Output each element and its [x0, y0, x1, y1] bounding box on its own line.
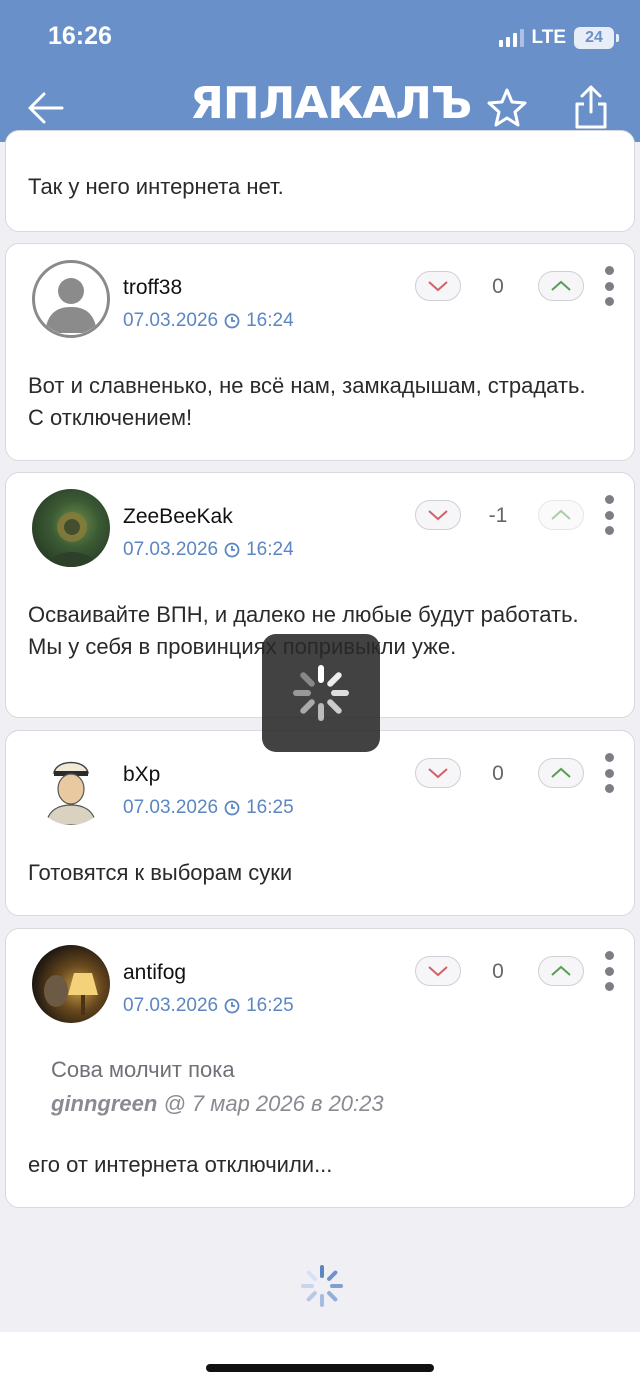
status-time: 16:26 — [48, 22, 112, 50]
signal-icon — [498, 29, 524, 47]
vote-down-button[interactable] — [415, 500, 461, 530]
date-text: 07.03.2026 — [123, 310, 219, 331]
avatar[interactable] — [32, 747, 110, 825]
chevron-up-icon — [551, 965, 571, 976]
rating-score: -1 — [488, 504, 508, 527]
vote-up-button[interactable] — [538, 500, 584, 530]
clock-icon — [224, 313, 240, 329]
vote-down-button[interactable] — [415, 758, 461, 788]
battery-level: 24 — [585, 29, 603, 46]
rating-score: 0 — [492, 960, 504, 983]
quote-text: Сова молчит пока — [51, 1057, 235, 1082]
star-icon[interactable] — [486, 86, 528, 128]
spinner-icon — [293, 665, 349, 721]
chevron-down-icon — [428, 966, 448, 977]
more-options-icon[interactable] — [602, 495, 616, 535]
clock-icon — [224, 800, 240, 816]
vote-up-button[interactable] — [538, 758, 584, 788]
username[interactable]: ZeeBeeKak — [123, 505, 233, 529]
network-label: LTE — [531, 27, 566, 48]
chevron-up-icon — [551, 767, 571, 778]
battery-icon: 24 — [574, 27, 619, 49]
avatar-image — [47, 512, 97, 567]
quote-meta: @ 7 мар 2026 в 20:23 — [157, 1091, 384, 1116]
bottom-safe-area — [0, 1332, 640, 1386]
more-options-icon[interactable] — [602, 266, 616, 306]
time-text: 16:25 — [246, 995, 294, 1016]
rating-score: 0 — [492, 762, 504, 785]
quote-author-name[interactable]: ginngreen — [51, 1091, 157, 1116]
comment-text: Так у него интернета нет. — [28, 174, 284, 199]
status-indicators: LTE 24 — [498, 26, 619, 50]
chevron-up-icon — [551, 280, 571, 291]
comment-card: Так у него интернета нет. — [5, 130, 635, 232]
chevron-down-icon — [428, 768, 448, 779]
time-text: 16:25 — [246, 797, 294, 818]
username[interactable]: troff38 — [123, 276, 182, 300]
comment-text: Готовятся к выборам суки — [28, 860, 293, 885]
chevron-down-icon — [428, 510, 448, 521]
avatar[interactable] — [32, 260, 110, 338]
arrow-left-icon[interactable] — [26, 88, 66, 128]
share-icon[interactable] — [570, 84, 612, 130]
comment-date: 07.03.2026 16:24 — [123, 310, 294, 332]
clock-icon — [224, 542, 240, 558]
avatar-image — [45, 761, 97, 825]
loading-spinner-icon — [301, 1265, 343, 1307]
time-text: 16:24 — [246, 539, 294, 560]
clock-icon — [224, 998, 240, 1014]
vote-down-button[interactable] — [415, 271, 461, 301]
comment-card: antifog 07.03.2026 16:25 0 Сова молчит п… — [5, 928, 635, 1208]
site-logo[interactable]: ЯПЛАКАЛЪ — [190, 78, 472, 130]
chevron-down-icon — [428, 281, 448, 292]
username[interactable]: bXp — [123, 763, 160, 787]
avatar-image — [44, 973, 98, 1015]
vote-up-button[interactable] — [538, 956, 584, 986]
avatar[interactable] — [32, 489, 110, 567]
date-text: 07.03.2026 — [123, 995, 219, 1016]
comment-date: 07.03.2026 16:24 — [123, 539, 294, 561]
username[interactable]: antifog — [123, 961, 186, 985]
date-text: 07.03.2026 — [123, 539, 219, 560]
comment-date: 07.03.2026 16:25 — [123, 995, 294, 1017]
time-text: 16:24 — [246, 310, 294, 331]
home-indicator[interactable] — [206, 1364, 434, 1372]
date-text: 07.03.2026 — [123, 797, 219, 818]
chevron-up-icon — [551, 509, 571, 520]
vote-up-button[interactable] — [538, 271, 584, 301]
comment-date: 07.03.2026 16:25 — [123, 797, 294, 819]
comment-card: bXp 07.03.2026 16:25 0 Готовятся к выбор… — [5, 730, 635, 916]
default-avatar-icon — [45, 278, 97, 333]
more-options-icon[interactable] — [602, 951, 616, 991]
comment-text: его от интернета отключили... — [28, 1152, 333, 1177]
quote-author[interactable]: ginngreen @ 7 мар 2026 в 20:23 — [51, 1091, 384, 1117]
rating-score: 0 — [492, 275, 504, 298]
loading-overlay — [262, 634, 380, 752]
vote-down-button[interactable] — [415, 956, 461, 986]
comment-card: troff38 07.03.2026 16:24 0 Вот и славнен… — [5, 243, 635, 461]
avatar[interactable] — [32, 945, 110, 1023]
app-header: 16:26 LTE 24 ЯПЛАКАЛЪ — [0, 0, 640, 142]
more-options-icon[interactable] — [602, 753, 616, 793]
comment-text: Вот и славненько, не всё нам, замкадышам… — [28, 373, 586, 430]
